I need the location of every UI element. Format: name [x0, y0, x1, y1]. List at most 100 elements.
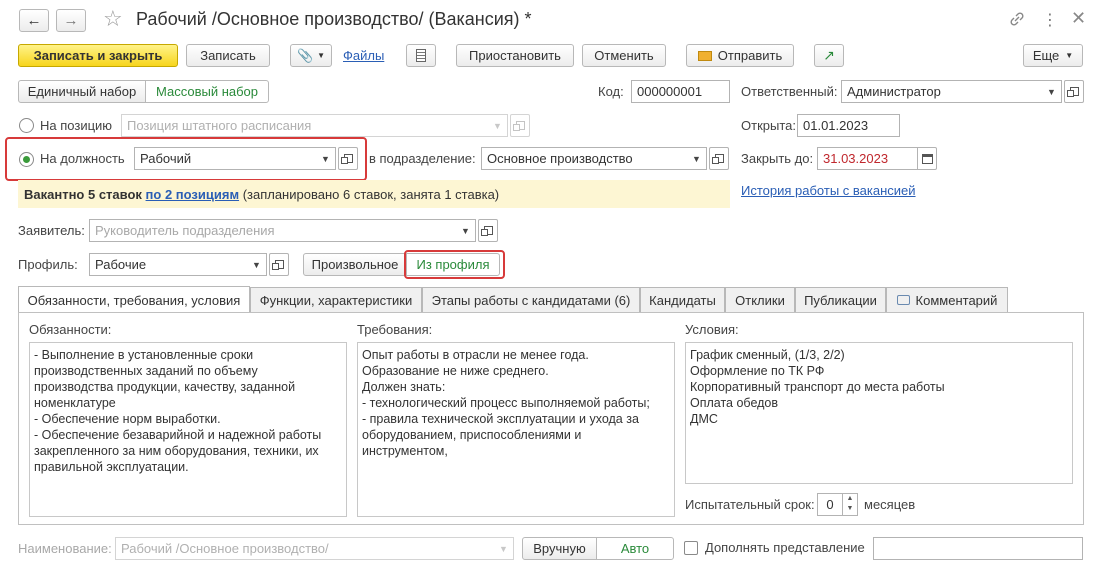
mass-hiring-button[interactable]: Массовый набор: [145, 80, 269, 103]
send-label: Отправить: [717, 48, 783, 63]
responsible-label: Ответственный:: [741, 84, 838, 99]
profile-label: Профиль:: [18, 257, 78, 272]
stepper-up-icon[interactable]: ▲: [843, 494, 857, 504]
name-dropdown[interactable]: ▼: [494, 537, 514, 560]
opened-date-field[interactable]: 01.01.2023: [797, 114, 900, 137]
link-icon[interactable]: [1008, 10, 1026, 28]
open-form-icon: [480, 226, 493, 236]
extend-presentation-checkbox[interactable]: [684, 541, 698, 555]
chevron-down-icon: ▼: [499, 543, 508, 554]
division-field[interactable]: Основное производство: [481, 147, 688, 170]
conditions-label: Условия:: [685, 322, 739, 337]
extend-presentation-field[interactable]: [873, 537, 1083, 560]
open-form-icon: [711, 154, 724, 164]
chevron-down-icon: ▼: [1047, 86, 1056, 97]
probation-stepper[interactable]: ▲ ▼: [842, 493, 858, 516]
responsible-dropdown[interactable]: ▼: [1042, 80, 1062, 103]
tab-publications[interactable]: Публикации: [795, 287, 886, 312]
tab-duties[interactable]: Обязанности, требования, условия: [18, 286, 250, 313]
chevron-down-icon: ▼: [493, 120, 502, 131]
applicant-dropdown[interactable]: ▼: [456, 219, 476, 242]
profile-field[interactable]: Рабочие: [89, 253, 248, 276]
profile-dropdown[interactable]: ▼: [247, 253, 267, 276]
external-link-icon: ↗: [823, 47, 835, 63]
suspend-button[interactable]: Приостановить: [456, 44, 574, 67]
more-vertical-icon[interactable]: ⋮: [1042, 10, 1058, 30]
tab-responses[interactable]: Отклики: [725, 287, 795, 312]
conditions-textarea[interactable]: График сменный, (1/3, 2/2) Оформление по…: [685, 342, 1073, 484]
applicant-open-button[interactable]: [478, 219, 498, 242]
close-until-date-field[interactable]: 31.03.2023: [817, 147, 918, 170]
forward-button[interactable]: →: [56, 9, 86, 32]
close-icon[interactable]: ✕: [1071, 8, 1086, 29]
more-label: Еще: [1032, 48, 1060, 63]
vacancy-positions-link[interactable]: по 2 позициям: [146, 187, 240, 202]
division-label: в подразделение:: [369, 151, 476, 166]
auto-button[interactable]: Авто: [596, 537, 674, 560]
vacancy-history-link[interactable]: История работы с вакансией: [741, 183, 916, 198]
probation-unit: месяцев: [864, 497, 916, 512]
on-post-radio[interactable]: [19, 152, 34, 167]
position-field[interactable]: Позиция штатного расписания: [121, 114, 489, 137]
duties-textarea[interactable]: - Выполнение в установленные сроки произ…: [29, 342, 347, 517]
chevron-down-icon: ▼: [692, 153, 701, 164]
position-open-button[interactable]: [510, 114, 530, 137]
calendar-button[interactable]: [917, 147, 937, 170]
extend-presentation-label: Дополнять представление: [705, 540, 865, 555]
cancel-button[interactable]: Отменить: [582, 44, 666, 67]
open-form-icon: [1066, 87, 1079, 97]
division-dropdown[interactable]: ▼: [687, 147, 707, 170]
vacancy-details: (запланировано 6 ставок, занята 1 ставка…: [242, 187, 500, 202]
probation-field[interactable]: 0: [817, 493, 843, 516]
comment-icon: [896, 295, 910, 305]
chevron-down-icon: ▼: [461, 225, 470, 236]
envelope-icon: [697, 50, 712, 61]
arrow-left-icon: ←: [26, 12, 42, 29]
open-form-icon: [340, 154, 353, 164]
code-field[interactable]: 000000001: [631, 80, 730, 103]
requirements-textarea[interactable]: Опыт работы в отрасли не менее года. Обр…: [357, 342, 675, 517]
tab-candidates[interactable]: Кандидаты: [640, 287, 725, 312]
paperclip-icon: 📎: [296, 47, 314, 63]
from-profile-highlight-box: [404, 250, 505, 279]
on-post-label: На должность: [40, 151, 125, 166]
save-and-close-button[interactable]: Записать и закрыть: [18, 44, 178, 67]
profile-open-button[interactable]: [269, 253, 289, 276]
post-field[interactable]: Рабочий: [134, 147, 317, 170]
open-external-button[interactable]: ↗: [814, 44, 844, 67]
code-label: Код:: [598, 84, 624, 99]
vacancy-count: Вакантно 5 ставок: [24, 187, 142, 202]
name-field[interactable]: Рабочий /Основное производство/: [115, 537, 495, 560]
back-button[interactable]: ←: [19, 9, 49, 32]
save-button[interactable]: Записать: [186, 44, 270, 67]
manual-button[interactable]: Вручную: [522, 537, 597, 560]
document-button[interactable]: [406, 44, 436, 67]
applicant-label: Заявитель:: [18, 223, 85, 238]
post-dropdown[interactable]: ▼: [316, 147, 336, 170]
arbitrary-button[interactable]: Произвольное: [303, 253, 407, 276]
chevron-down-icon: ▼: [1065, 51, 1074, 60]
opened-label: Открыта:: [741, 118, 796, 133]
send-button[interactable]: Отправить: [686, 44, 794, 67]
files-link[interactable]: Файлы: [343, 48, 384, 63]
attach-button[interactable]: 📎 ▼: [290, 44, 332, 67]
document-list-icon: [416, 49, 426, 62]
stepper-down-icon[interactable]: ▼: [843, 504, 857, 514]
chevron-down-icon: ▼: [252, 259, 261, 270]
responsible-field[interactable]: Администратор: [841, 80, 1043, 103]
requirements-label: Требования:: [357, 322, 433, 337]
on-position-radio[interactable]: [19, 118, 34, 133]
window-title: Рабочий /Основное производство/ (Ваканси…: [136, 9, 532, 29]
position-dropdown[interactable]: ▼: [488, 114, 508, 137]
tab-functions[interactable]: Функции, характеристики: [250, 287, 422, 312]
tab-stages[interactable]: Этапы работы с кандидатами (6): [422, 287, 640, 312]
more-button[interactable]: Еще ▼: [1023, 44, 1083, 67]
responsible-open-button[interactable]: [1064, 80, 1084, 103]
applicant-field[interactable]: Руководитель подразделения: [89, 219, 457, 242]
open-form-icon: [512, 121, 525, 131]
single-hiring-button[interactable]: Единичный набор: [18, 80, 146, 103]
division-open-button[interactable]: [709, 147, 729, 170]
star-icon[interactable]: ☆: [103, 6, 123, 32]
tab-comment[interactable]: Комментарий: [886, 287, 1008, 312]
post-open-button[interactable]: [338, 147, 358, 170]
